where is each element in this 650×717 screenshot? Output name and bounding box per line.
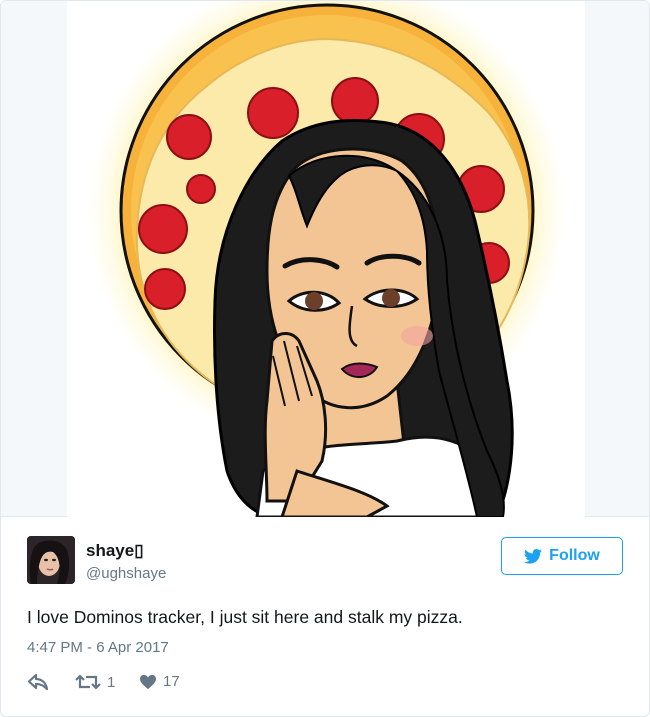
tweet-text: I love Dominos tracker, I just sit here … bbox=[27, 607, 463, 627]
follow-label: Follow bbox=[549, 547, 600, 564]
tweet-card: shaye▯ @ughshaye Follow I love Dominos t… bbox=[0, 0, 650, 717]
avatar[interactable] bbox=[27, 536, 75, 584]
user-handle[interactable]: @ughshaye bbox=[86, 565, 166, 582]
display-name[interactable]: shaye▯ bbox=[86, 541, 144, 561]
tweet-media[interactable] bbox=[1, 1, 649, 517]
retweet-button[interactable]: 1 bbox=[75, 673, 115, 691]
retweet-count: 1 bbox=[107, 673, 116, 691]
tweet-actions: 1 17 bbox=[27, 673, 327, 697]
retweet-icon bbox=[75, 674, 101, 690]
pizza-halo-illustration bbox=[87, 1, 567, 517]
follow-button[interactable]: Follow bbox=[501, 537, 623, 575]
bitmoji-image[interactable] bbox=[67, 1, 585, 517]
like-count: 17 bbox=[163, 673, 180, 690]
heart-icon bbox=[140, 674, 156, 689]
reply-button[interactable] bbox=[27, 673, 49, 691]
like-button[interactable]: 17 bbox=[139, 673, 180, 690]
profile-photo bbox=[27, 536, 75, 584]
tweet-timestamp[interactable]: 4:47 PM - 6 Apr 2017 bbox=[27, 639, 169, 656]
reply-icon bbox=[27, 673, 49, 691]
twitter-bird-icon bbox=[524, 548, 543, 564]
